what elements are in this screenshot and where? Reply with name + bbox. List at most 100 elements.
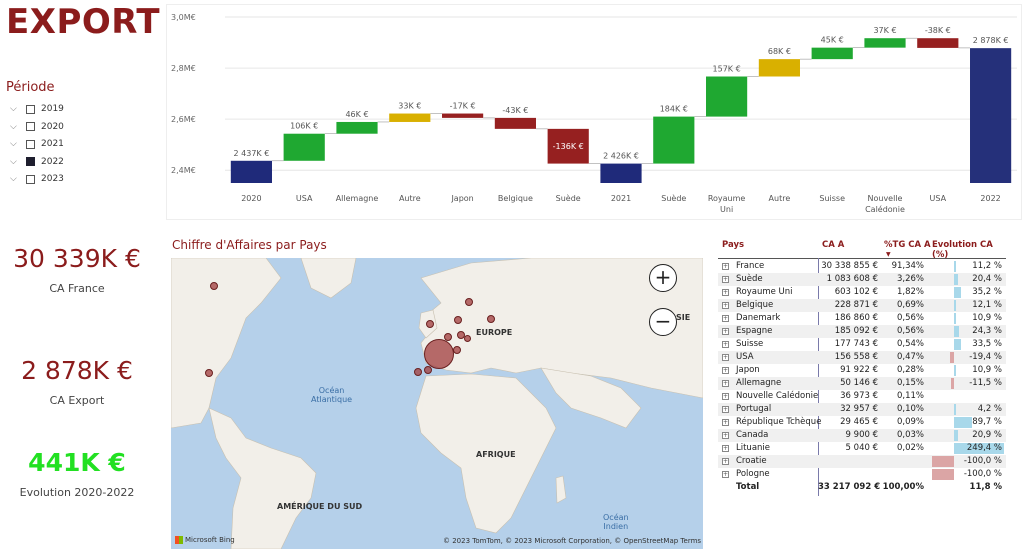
period-item-2021[interactable]: ⌵ 2021: [10, 137, 64, 151]
map-bubble[interactable]: [414, 368, 422, 376]
waterfall-bar[interactable]: [970, 48, 1012, 183]
cell-evo: 20,4 %: [972, 274, 1002, 284]
expand-row-icon[interactable]: +: [722, 328, 729, 335]
cell-ca: 156 558 €: [834, 352, 878, 362]
header-pct[interactable]: %TG CA A: [884, 240, 931, 250]
table-row[interactable]: + Espagne 185 092 € 0,56% 24,3 %: [718, 325, 1006, 338]
table-row[interactable]: + Suisse 177 743 € 0,54% 33,5 %: [718, 338, 1006, 351]
table-row[interactable]: + Portugal 32 957 € 0,10% 4,2 %: [718, 403, 1006, 416]
x-tick-label: Autre: [399, 194, 421, 203]
waterfall-bar[interactable]: [706, 76, 748, 117]
period-checkbox[interactable]: [26, 174, 35, 184]
waterfall-bar[interactable]: [653, 116, 695, 164]
country-map[interactable]: EUROPE AFRIQUE AMÉRIQUE DU SUD SIE Océan…: [171, 258, 703, 549]
table-row[interactable]: + USA 156 558 € 0,47% -19,4 %: [718, 351, 1006, 364]
table-row[interactable]: + Allemagne 50 146 € 0,15% -11,5 %: [718, 377, 1006, 390]
cell-pct: 0,28%: [896, 365, 924, 375]
chevron-down-icon[interactable]: ⌵: [10, 139, 20, 149]
map-title: Chiffre d'Affaires par Pays: [172, 238, 327, 252]
chevron-down-icon[interactable]: ⌵: [10, 157, 20, 167]
header-pays[interactable]: Pays: [722, 240, 744, 250]
table-row[interactable]: + Japon 91 922 € 0,28% 10,9 %: [718, 364, 1006, 377]
table-row[interactable]: + République Tchèque 29 465 € 0,09% 89,7 %: [718, 416, 1006, 429]
cell-pays: Danemark: [736, 313, 781, 323]
zoom-out-button[interactable]: −: [649, 308, 677, 336]
period-checkbox[interactable]: [26, 157, 35, 166]
map-bubble[interactable]: [444, 333, 452, 341]
map-bubble[interactable]: [210, 282, 218, 290]
waterfall-bar[interactable]: [494, 117, 536, 129]
y-tick-label: 2,4M€: [171, 166, 196, 175]
waterfall-bar[interactable]: [230, 160, 272, 183]
waterfall-bar[interactable]: [917, 38, 959, 48]
period-item-2022[interactable]: ⌵ 2022: [10, 155, 64, 169]
expand-row-icon[interactable]: +: [722, 302, 729, 309]
x-tick-label: 2021: [611, 194, 631, 203]
table-row[interactable]: + Royaume Uni 603 102 € 1,82% 35,2 %: [718, 286, 1006, 299]
expand-row-icon[interactable]: +: [722, 289, 729, 296]
period-year-label: 2020: [41, 121, 64, 132]
chevron-down-icon[interactable]: ⌵: [10, 174, 20, 184]
map-bubble[interactable]: [465, 298, 473, 306]
header-evo[interactable]: Evolution CA (%): [932, 240, 1006, 260]
waterfall-bar[interactable]: [442, 113, 484, 118]
period-item-2020[interactable]: ⌵ 2020: [10, 120, 64, 134]
cell-ca: 603 102 €: [834, 287, 878, 297]
expand-row-icon[interactable]: +: [722, 432, 729, 439]
table-row[interactable]: + Suède 1 083 608 € 3,26% 20,4 %: [718, 273, 1006, 286]
waterfall-bar[interactable]: [811, 47, 853, 60]
period-checkbox[interactable]: [26, 122, 35, 131]
waterfall-bar[interactable]: [283, 133, 325, 161]
expand-row-icon[interactable]: +: [722, 419, 729, 426]
cell-ca: 228 871 €: [834, 300, 878, 310]
period-checkbox[interactable]: [26, 104, 35, 114]
expand-row-icon[interactable]: +: [722, 458, 729, 465]
chevron-down-icon[interactable]: ⌵: [10, 104, 20, 114]
expand-row-icon[interactable]: +: [722, 367, 729, 374]
expand-row-icon[interactable]: +: [722, 315, 729, 322]
waterfall-bar[interactable]: [758, 59, 800, 77]
expand-row-icon[interactable]: +: [722, 354, 729, 361]
header-ca[interactable]: CA A: [822, 240, 844, 250]
expand-row-icon[interactable]: +: [722, 471, 729, 478]
expand-row-icon[interactable]: +: [722, 341, 729, 348]
zoom-in-button[interactable]: +: [649, 264, 677, 292]
table-row[interactable]: + Nouvelle Calédonie 36 973 € 0,11%: [718, 390, 1006, 403]
expand-row-icon[interactable]: +: [722, 276, 729, 283]
waterfall-bar[interactable]: [864, 38, 906, 48]
expand-row-icon[interactable]: +: [722, 263, 729, 270]
cell-pays: Lituanie: [736, 443, 771, 453]
map-bubble[interactable]: [424, 339, 454, 369]
table-row[interactable]: + France 30 338 855 € 91,34% 11,2 %: [718, 260, 1006, 273]
table-row[interactable]: + Canada 9 900 € 0,03% 20,9 %: [718, 429, 1006, 442]
cell-evo: 10,9 %: [972, 365, 1002, 375]
waterfall-bar[interactable]: [600, 163, 642, 183]
period-item-2023[interactable]: ⌵ 2023: [10, 172, 64, 186]
expand-row-icon[interactable]: +: [722, 445, 729, 452]
map-attribution[interactable]: © 2023 TomTom, © 2023 Microsoft Corporat…: [443, 537, 701, 545]
expand-row-icon[interactable]: +: [722, 393, 729, 400]
table-row[interactable]: + Croatie -100,0 %: [718, 455, 1006, 468]
map-bubble[interactable]: [424, 366, 432, 374]
table-row[interactable]: + Belgique 228 871 € 0,69% 12,1 %: [718, 299, 1006, 312]
waterfall-bar[interactable]: [389, 113, 431, 122]
table-row[interactable]: + Danemark 186 860 € 0,56% 10,9 %: [718, 312, 1006, 325]
map-bubble[interactable]: [487, 315, 495, 323]
table-row[interactable]: + Lituanie 5 040 € 0,02% 249,4 %: [718, 442, 1006, 455]
map-bubble[interactable]: [453, 346, 461, 354]
cell-evo: -100,0 %: [963, 456, 1002, 466]
chevron-down-icon[interactable]: ⌵: [10, 122, 20, 132]
map-bubble[interactable]: [463, 334, 471, 342]
data-label: 2 437K €: [234, 149, 270, 158]
bing-brand-text: Microsoft Bing: [185, 536, 235, 544]
map-bubble[interactable]: [426, 320, 434, 328]
period-item-2019[interactable]: ⌵ 2019: [10, 102, 64, 116]
map-bubble[interactable]: [205, 369, 213, 377]
table-row[interactable]: + Pologne -100,0 %: [718, 468, 1006, 481]
waterfall-bar[interactable]: [336, 121, 378, 134]
expand-row-icon[interactable]: +: [722, 406, 729, 413]
expand-row-icon[interactable]: +: [722, 380, 729, 387]
map-bubble[interactable]: [454, 316, 462, 324]
period-checkbox[interactable]: [26, 139, 35, 149]
data-label: 106K €: [290, 122, 318, 131]
